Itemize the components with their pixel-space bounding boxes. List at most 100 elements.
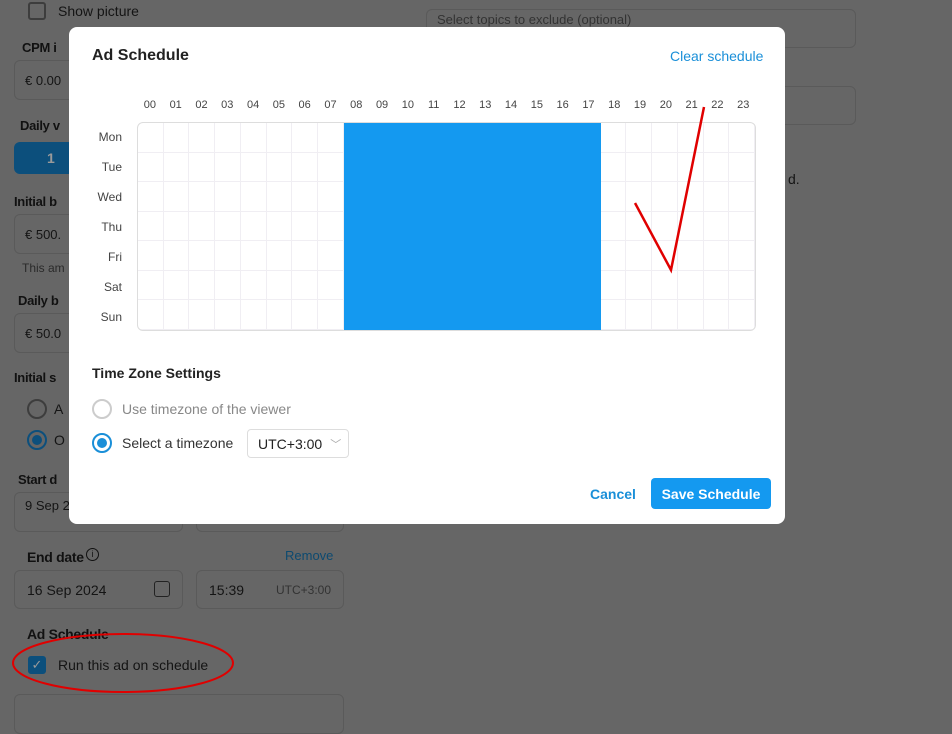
schedule-cell-sat-09[interactable] [369, 270, 396, 301]
schedule-cell-sun-05[interactable] [266, 300, 293, 330]
schedule-grid[interactable] [137, 122, 756, 331]
schedule-cell-fri-22[interactable] [703, 241, 730, 271]
radio-select-timezone[interactable] [92, 433, 112, 453]
clear-schedule-link[interactable]: Clear schedule [670, 48, 763, 64]
schedule-cell-sat-13[interactable] [472, 270, 498, 301]
schedule-cell-wed-09[interactable] [369, 182, 396, 212]
schedule-cell-fri-14[interactable] [497, 241, 524, 271]
schedule-cell-mon-11[interactable] [420, 123, 447, 153]
schedule-cell-tue-16[interactable] [549, 152, 576, 183]
schedule-cell-sun-00[interactable] [138, 300, 164, 330]
schedule-cell-thu-13[interactable] [472, 211, 498, 242]
schedule-cell-mon-13[interactable] [472, 123, 498, 153]
schedule-cell-sun-21[interactable] [677, 300, 704, 330]
schedule-cell-mon-15[interactable] [523, 123, 550, 153]
schedule-cell-tue-11[interactable] [420, 152, 447, 183]
schedule-cell-sat-21[interactable] [677, 270, 704, 301]
schedule-cell-fri-10[interactable] [395, 241, 421, 271]
schedule-cell-mon-03[interactable] [215, 123, 241, 153]
schedule-cell-tue-20[interactable] [652, 152, 678, 183]
schedule-cell-tue-14[interactable] [497, 152, 524, 183]
schedule-cell-thu-18[interactable] [600, 211, 627, 242]
schedule-cell-tue-00[interactable] [138, 152, 164, 183]
schedule-cell-sat-19[interactable] [626, 270, 653, 301]
schedule-cell-fri-15[interactable] [523, 241, 550, 271]
schedule-cell-tue-02[interactable] [189, 152, 216, 183]
schedule-cell-fri-18[interactable] [600, 241, 627, 271]
schedule-cell-mon-19[interactable] [626, 123, 653, 153]
schedule-cell-sun-19[interactable] [626, 300, 653, 330]
schedule-cell-sun-09[interactable] [369, 300, 396, 330]
remove-end-date-link[interactable]: Remove [285, 548, 333, 563]
schedule-cell-thu-19[interactable] [626, 211, 653, 242]
schedule-cell-sat-06[interactable] [292, 270, 318, 301]
schedule-cell-mon-14[interactable] [497, 123, 524, 153]
schedule-cell-tue-23[interactable] [729, 152, 755, 183]
schedule-cell-mon-02[interactable] [189, 123, 216, 153]
schedule-cell-tue-10[interactable] [395, 152, 421, 183]
schedule-cell-sat-20[interactable] [652, 270, 678, 301]
schedule-cell-sat-03[interactable] [215, 270, 241, 301]
schedule-cell-sat-22[interactable] [703, 270, 730, 301]
schedule-cell-sat-18[interactable] [600, 270, 627, 301]
schedule-cell-sun-01[interactable] [163, 300, 190, 330]
schedule-cell-thu-07[interactable] [317, 211, 344, 242]
schedule-cell-wed-08[interactable] [343, 182, 370, 212]
show-picture-checkbox[interactable] [28, 2, 46, 20]
schedule-cell-wed-19[interactable] [626, 182, 653, 212]
schedule-cell-thu-12[interactable] [446, 211, 473, 242]
schedule-cell-fri-04[interactable] [240, 241, 267, 271]
calendar-icon[interactable] [154, 581, 170, 597]
schedule-cell-wed-05[interactable] [266, 182, 293, 212]
schedule-cell-thu-06[interactable] [292, 211, 318, 242]
schedule-cell-sun-12[interactable] [446, 300, 473, 330]
schedule-cell-sat-23[interactable] [729, 270, 755, 301]
schedule-cell-thu-23[interactable] [729, 211, 755, 242]
schedule-cell-mon-04[interactable] [240, 123, 267, 153]
schedule-cell-sun-14[interactable] [497, 300, 524, 330]
schedule-cell-sat-12[interactable] [446, 270, 473, 301]
schedule-cell-wed-23[interactable] [729, 182, 755, 212]
schedule-cell-sun-04[interactable] [240, 300, 267, 330]
schedule-cell-fri-12[interactable] [446, 241, 473, 271]
schedule-cell-thu-01[interactable] [163, 211, 190, 242]
schedule-cell-sun-06[interactable] [292, 300, 318, 330]
schedule-cell-sat-16[interactable] [549, 270, 576, 301]
schedule-cell-thu-22[interactable] [703, 211, 730, 242]
schedule-cell-tue-17[interactable] [575, 152, 601, 183]
status-radio-a[interactable] [27, 399, 47, 419]
schedule-cell-wed-17[interactable] [575, 182, 601, 212]
schedule-cell-mon-16[interactable] [549, 123, 576, 153]
schedule-cell-fri-06[interactable] [292, 241, 318, 271]
schedule-cell-tue-15[interactable] [523, 152, 550, 183]
schedule-cell-mon-23[interactable] [729, 123, 755, 153]
schedule-cell-wed-15[interactable] [523, 182, 550, 212]
schedule-cell-wed-02[interactable] [189, 182, 216, 212]
schedule-cell-wed-16[interactable] [549, 182, 576, 212]
schedule-cell-thu-20[interactable] [652, 211, 678, 242]
schedule-cell-mon-20[interactable] [652, 123, 678, 153]
schedule-cell-fri-19[interactable] [626, 241, 653, 271]
schedule-cell-mon-22[interactable] [703, 123, 730, 153]
schedule-cell-thu-17[interactable] [575, 211, 601, 242]
schedule-cell-sun-23[interactable] [729, 300, 755, 330]
schedule-cell-tue-08[interactable] [343, 152, 370, 183]
schedule-cell-fri-07[interactable] [317, 241, 344, 271]
schedule-cell-mon-18[interactable] [600, 123, 627, 153]
end-date-input[interactable]: 16 Sep 2024 [14, 570, 183, 609]
schedule-cell-tue-06[interactable] [292, 152, 318, 183]
schedule-cell-sun-17[interactable] [575, 300, 601, 330]
schedule-cell-mon-05[interactable] [266, 123, 293, 153]
schedule-cell-mon-08[interactable] [343, 123, 370, 153]
schedule-cell-mon-12[interactable] [446, 123, 473, 153]
schedule-cell-thu-04[interactable] [240, 211, 267, 242]
schedule-cell-tue-01[interactable] [163, 152, 190, 183]
schedule-cell-thu-09[interactable] [369, 211, 396, 242]
schedule-cell-sat-07[interactable] [317, 270, 344, 301]
schedule-cell-wed-12[interactable] [446, 182, 473, 212]
schedule-cell-sat-02[interactable] [189, 270, 216, 301]
schedule-cell-tue-03[interactable] [215, 152, 241, 183]
end-time-input[interactable]: 15:39 UTC+3:00 [196, 570, 344, 609]
schedule-cell-sun-07[interactable] [317, 300, 344, 330]
schedule-cell-sat-14[interactable] [497, 270, 524, 301]
